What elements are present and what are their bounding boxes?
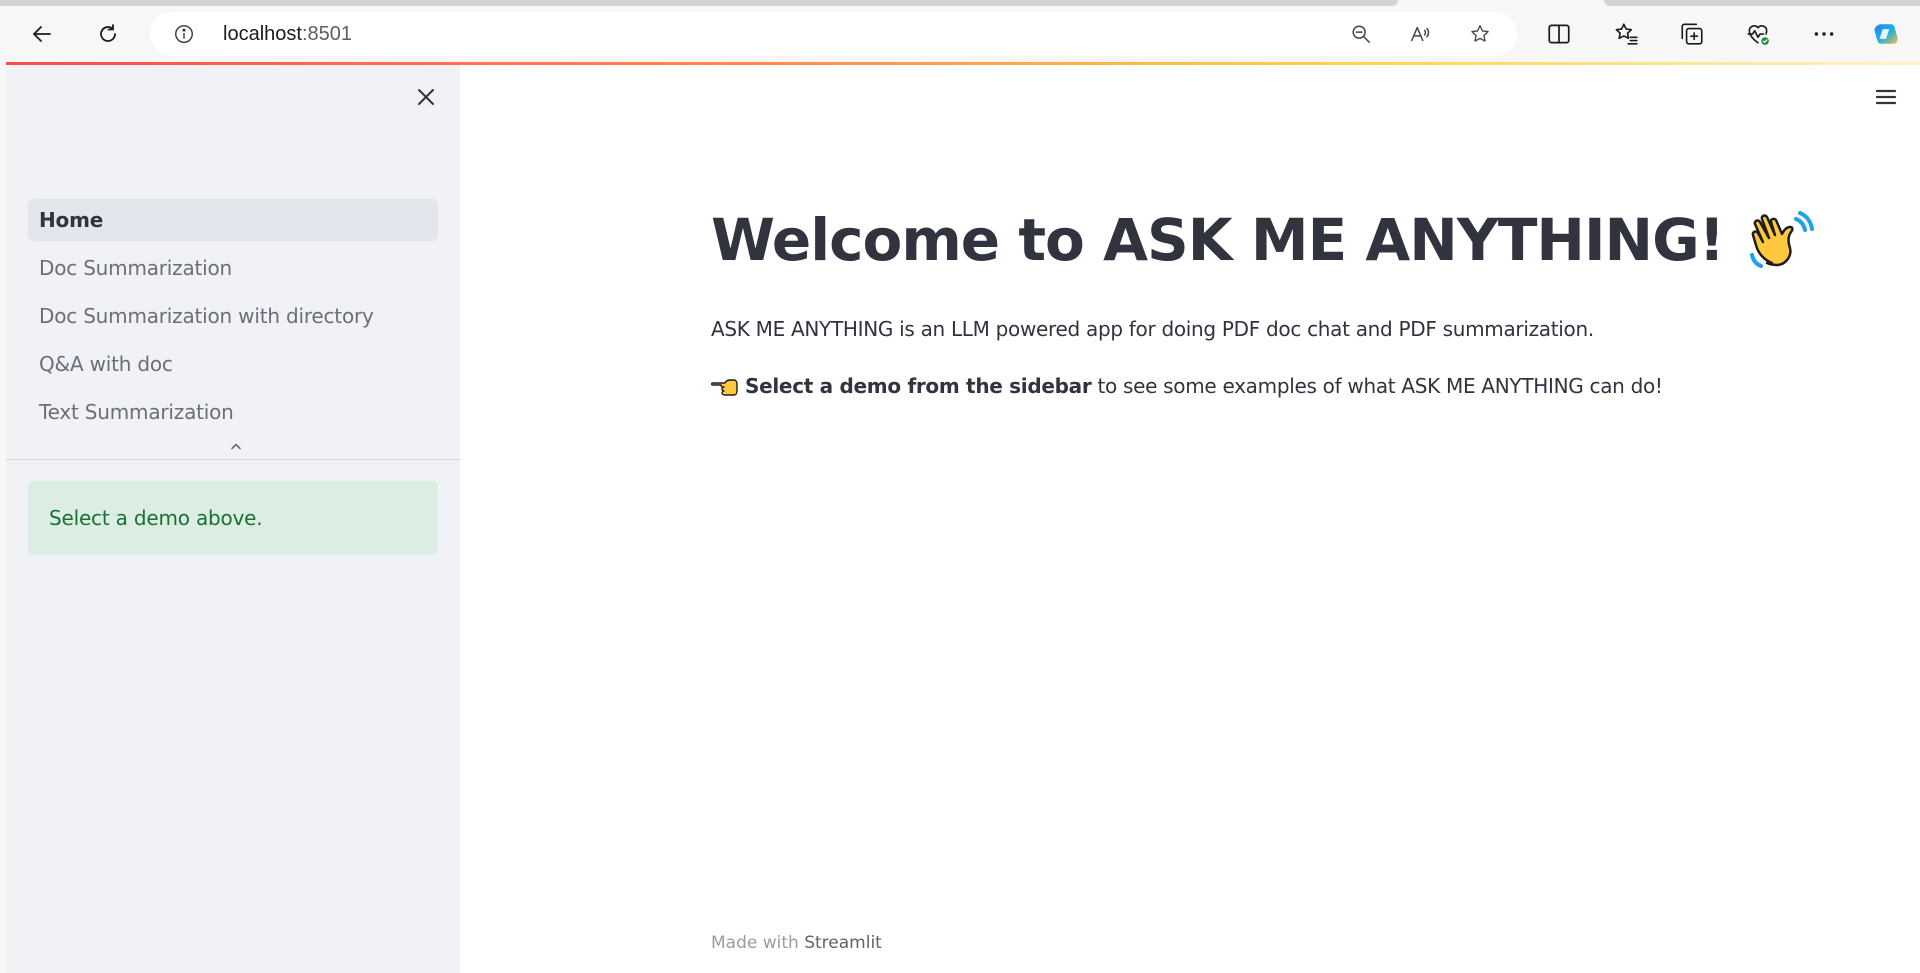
page-title-text: Welcome to ASK ME ANYTHING! xyxy=(711,206,1725,274)
read-aloud-icon[interactable] xyxy=(1408,22,1432,46)
url-host: localhost xyxy=(223,23,302,45)
cta-rest-text: to see some examples of what ASK ME ANYT… xyxy=(1091,374,1663,398)
success-message: Select a demo above. xyxy=(28,481,438,555)
sidebar-item-home[interactable]: Home xyxy=(28,199,438,241)
tab-strip-edge xyxy=(0,0,1920,6)
back-arrow-icon xyxy=(33,26,51,42)
sidebar-item-doc-summarization-directory[interactable]: Doc Summarization with directory xyxy=(28,295,438,337)
page-viewport: Home Doc Summarization Doc Summarization… xyxy=(6,65,1920,973)
favorites-icon[interactable] xyxy=(1610,18,1642,50)
refresh-button[interactable] xyxy=(88,14,128,54)
sidebar-nav: Home Doc Summarization Doc Summarization… xyxy=(28,199,438,439)
chevron-up-icon xyxy=(231,443,241,450)
url-port: :8501 xyxy=(301,23,352,45)
close-sidebar-button[interactable] xyxy=(412,83,440,111)
info-icon[interactable] xyxy=(172,22,196,46)
refresh-icon xyxy=(100,24,116,42)
footer-prefix: Made with xyxy=(711,933,805,953)
cta-paragraph: Select a demo from the sidebar to see so… xyxy=(711,374,1663,398)
address-bar[interactable]: localhost:8501 xyxy=(150,12,1517,56)
waving-hand-icon xyxy=(1750,211,1815,268)
url-text[interactable]: localhost:8501 xyxy=(223,23,352,46)
zoom-out-icon[interactable] xyxy=(1349,22,1373,46)
main-content: Welcome to ASK ME ANYTHING! ASK ME ANYTH… xyxy=(460,65,1920,973)
split-screen-icon[interactable] xyxy=(1543,18,1575,50)
browser-toolbar: localhost:8501 xyxy=(0,0,1920,64)
more-icon[interactable] xyxy=(1808,18,1840,50)
pointing-hand-left-icon xyxy=(711,379,738,396)
tab-strip-left xyxy=(0,0,1398,6)
collections-icon[interactable] xyxy=(1676,18,1708,50)
hamburger-menu-icon xyxy=(1875,89,1897,105)
tab-strip-right xyxy=(1604,0,1920,6)
collapse-nav-button[interactable] xyxy=(226,439,246,453)
sidebar-item-qa-with-doc[interactable]: Q&A with doc xyxy=(28,343,438,385)
sidebar-divider xyxy=(6,459,460,460)
success-message-text: Select a demo above. xyxy=(49,506,263,530)
cta-bold-text: Select a demo from the sidebar xyxy=(745,374,1092,398)
footer-brand-link[interactable]: Streamlit xyxy=(804,933,882,953)
sidebar-item-doc-summarization[interactable]: Doc Summarization xyxy=(28,247,438,289)
back-button[interactable] xyxy=(22,14,62,54)
intro-paragraph: ASK ME ANYTHING is an LLM powered app fo… xyxy=(711,317,1594,341)
sidebar-item-text-summarization[interactable]: Text Summarization xyxy=(28,391,438,433)
close-icon xyxy=(418,89,434,105)
footer: Made with Streamlit xyxy=(711,933,882,953)
copilot-icon[interactable] xyxy=(1870,18,1902,50)
heart-health-icon[interactable] xyxy=(1742,18,1774,50)
sidebar: Home Doc Summarization Doc Summarization… xyxy=(6,65,460,973)
page-title: Welcome to ASK ME ANYTHING! xyxy=(711,205,1815,275)
main-menu-button[interactable] xyxy=(1872,85,1900,109)
star-icon[interactable] xyxy=(1468,22,1492,46)
